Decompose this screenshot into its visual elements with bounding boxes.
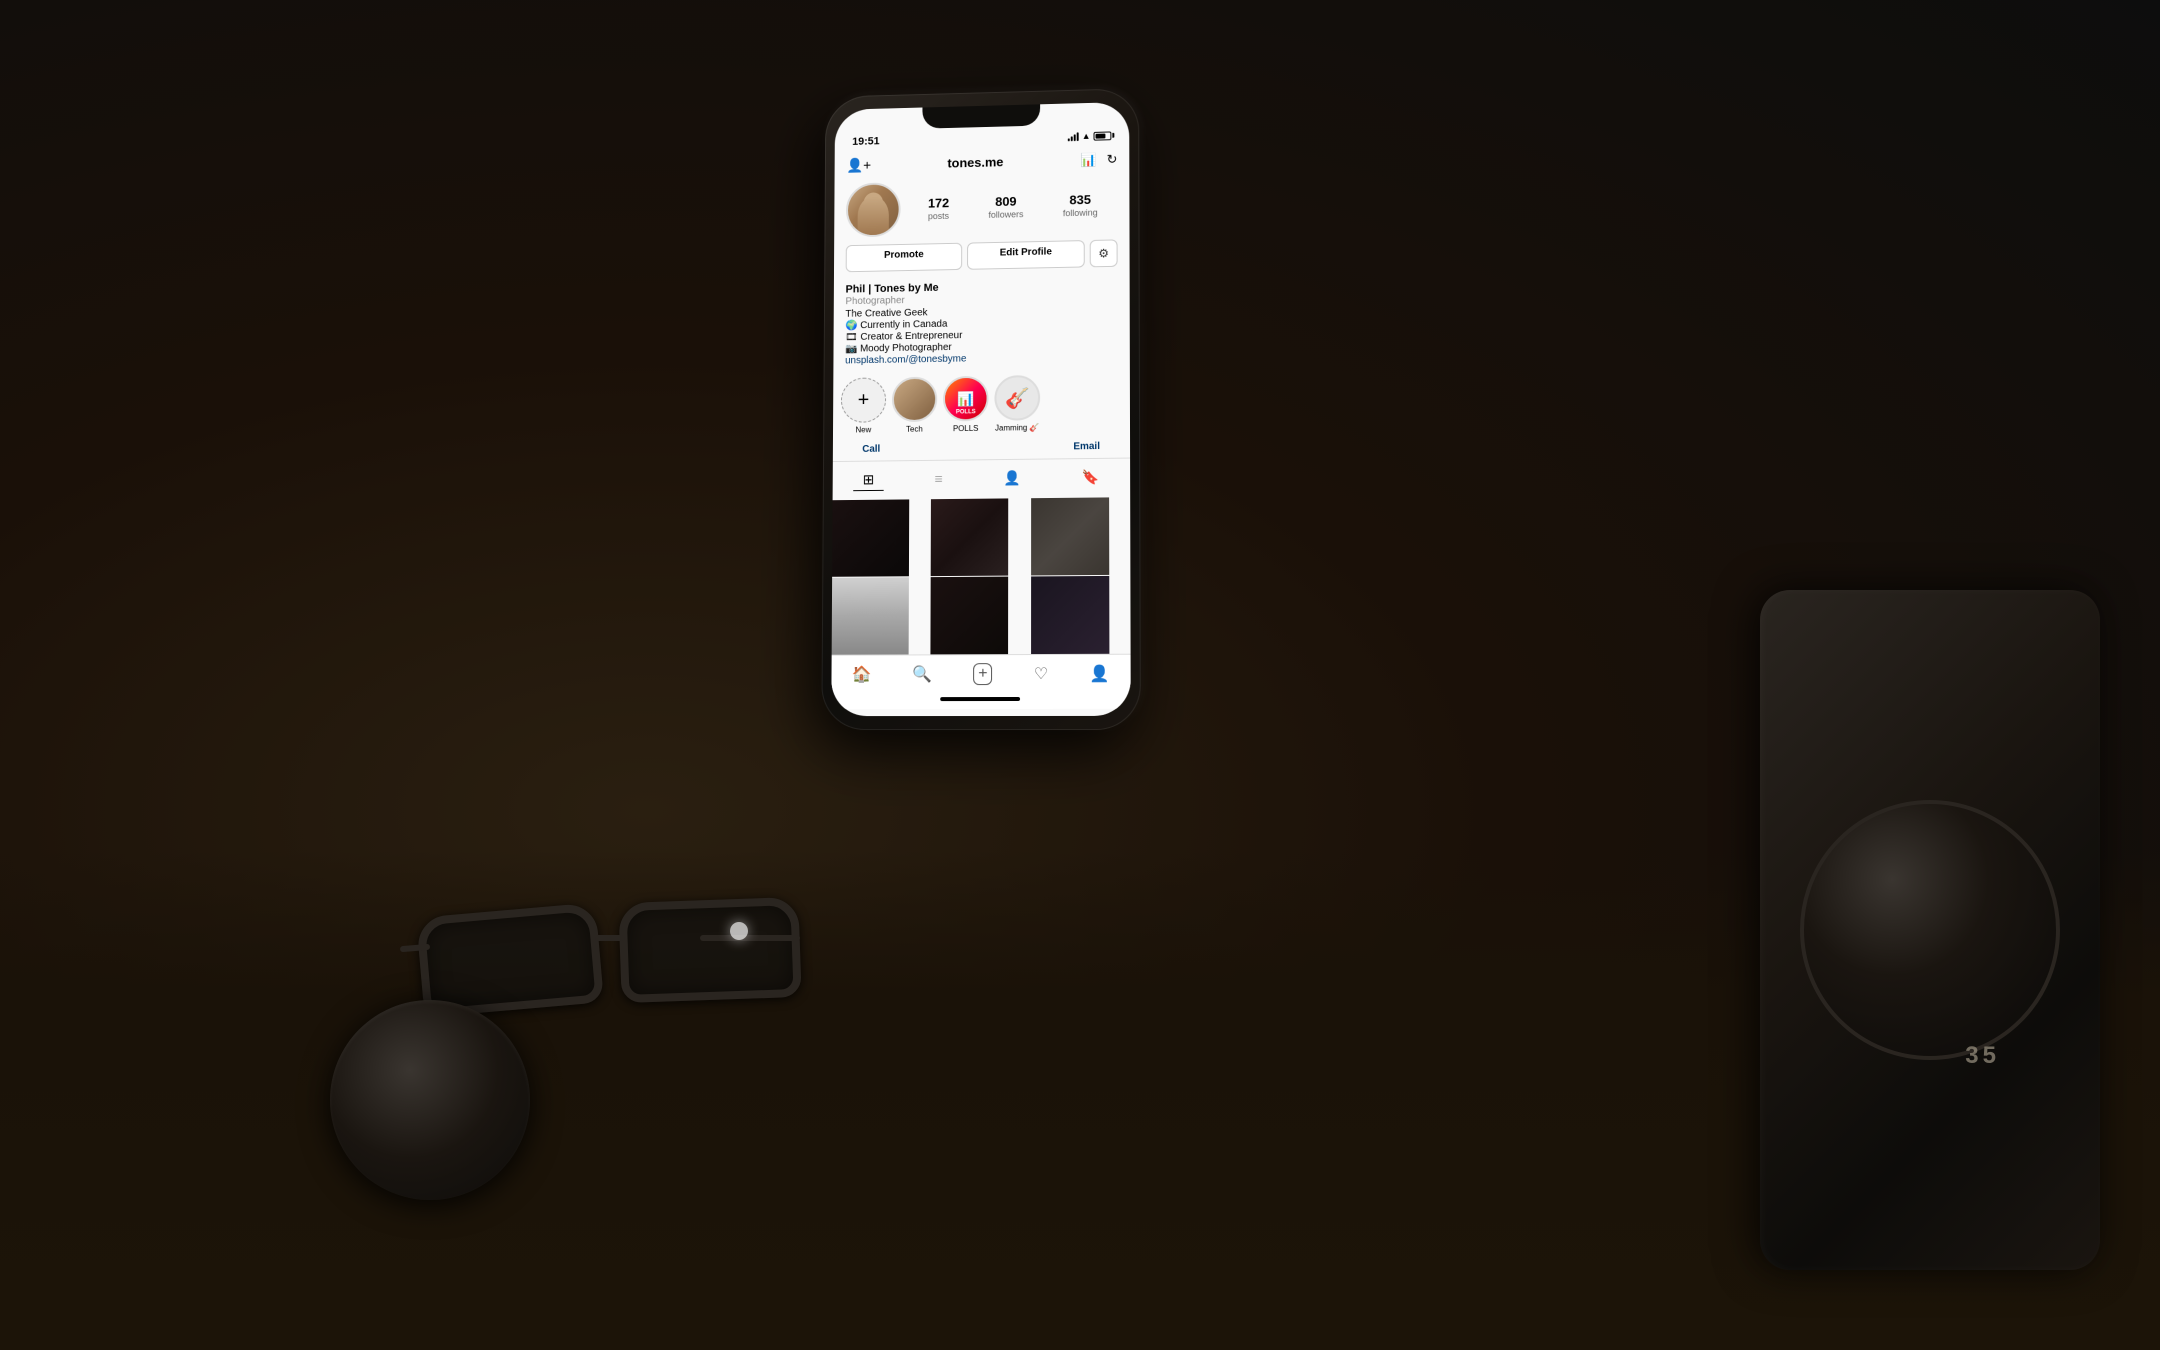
photo-cell-4[interactable] <box>832 577 909 654</box>
nav-add-icon[interactable]: + <box>973 663 992 685</box>
home-indicator <box>831 689 1130 709</box>
add-person-icon[interactable]: 👤+ <box>846 157 871 174</box>
followers-count: 809 <box>995 194 1016 210</box>
profile-buttons: Promote Edit Profile ⚙ <box>846 239 1118 272</box>
phone-container: 19:51 ▲ <box>821 88 1141 730</box>
lens-text: 35 <box>1965 1042 2000 1070</box>
status-time: 19:51 <box>852 136 879 148</box>
bio-section: Phil | Tones by Me Photographer The Crea… <box>833 278 1129 372</box>
nav-home-icon[interactable]: 🏠 <box>852 664 872 684</box>
signal-bar-2 <box>1071 136 1073 141</box>
phone-screen: 19:51 ▲ <box>831 102 1130 716</box>
posts-label: posts <box>928 211 949 221</box>
story-polls-circle[interactable]: 📊 POLLS <box>943 376 989 422</box>
bar-chart-icon[interactable]: 📊 <box>1081 152 1097 168</box>
story-tech[interactable]: Tech <box>892 377 937 434</box>
status-icons: ▲ <box>1068 130 1112 141</box>
story-polls-label: POLLS <box>953 424 979 433</box>
stat-posts[interactable]: 172 posts <box>928 196 949 221</box>
story-jamming-label: Jamming 🎸 <box>995 423 1039 432</box>
profile-section: 172 posts 809 followers 835 following <box>834 173 1130 284</box>
story-new-circle[interactable]: + <box>841 377 886 423</box>
battery-fill <box>1096 133 1106 138</box>
stats-row: 172 posts 809 followers 835 following <box>908 192 1117 222</box>
wifi-icon: ▲ <box>1082 131 1091 141</box>
stat-following[interactable]: 835 following <box>1063 192 1098 218</box>
home-bar <box>940 697 1020 701</box>
nav-bar: 🏠 🔍 + ♡ 👤 <box>831 654 1130 690</box>
edit-profile-button[interactable]: Edit Profile <box>967 240 1085 270</box>
story-jamming[interactable]: 🎸 Jamming 🎸 <box>994 375 1040 433</box>
photo-cell-1[interactable] <box>832 499 909 576</box>
grid-tabs: ⊞ ≡ 👤 🔖 <box>833 458 1131 500</box>
story-tech-label: Tech <box>906 425 923 434</box>
grid-tab-tagged[interactable]: 👤 <box>993 468 1030 490</box>
nav-profile-icon[interactable]: 👤 <box>1090 664 1110 684</box>
nav-search-icon[interactable]: 🔍 <box>912 664 932 684</box>
phone-body: 19:51 ▲ <box>821 88 1141 730</box>
stat-followers[interactable]: 809 followers <box>988 194 1023 220</box>
story-tech-circle[interactable] <box>892 377 937 423</box>
glasses-reflection <box>730 922 748 940</box>
ig-header-icons: 📊 ↻ <box>1081 151 1118 167</box>
glasses-arm-right <box>700 935 800 941</box>
signal-bar-4 <box>1077 132 1079 141</box>
nav-heart-icon[interactable]: ♡ <box>1034 664 1048 684</box>
followers-label: followers <box>988 209 1023 219</box>
grid-tab-active[interactable]: ⊞ <box>853 469 884 491</box>
camera-lens-inner <box>1800 800 2060 1060</box>
stories-section: + New Tech 📊 POLLS POLLS <box>833 368 1130 441</box>
story-polls[interactable]: 📊 POLLS POLLS <box>943 376 989 433</box>
posts-count: 172 <box>928 196 949 212</box>
grid-tab-saved[interactable]: 🔖 <box>1072 467 1110 489</box>
story-new-label: New <box>855 425 871 434</box>
settings-button[interactable]: ⚙ <box>1090 239 1118 267</box>
photo-cell-5[interactable] <box>931 577 1009 655</box>
promote-button[interactable]: Promote <box>846 243 963 273</box>
signal-bar-3 <box>1074 134 1076 141</box>
notch <box>922 104 1040 128</box>
camera-lens: 35 <box>1760 590 2100 1270</box>
profile-avatar[interactable] <box>846 182 901 237</box>
history-icon[interactable]: ↻ <box>1107 151 1118 167</box>
photo-cell-6[interactable] <box>1031 576 1109 654</box>
battery-tip <box>1112 133 1114 138</box>
signal-bar-1 <box>1068 138 1070 141</box>
battery-icon <box>1094 131 1112 140</box>
action-buttons: Call Email <box>833 437 1130 459</box>
email-button[interactable]: Email <box>1073 441 1100 452</box>
profile-top: 172 posts 809 followers 835 following <box>846 177 1118 237</box>
following-count: 835 <box>1069 192 1091 208</box>
photo-cell-2[interactable] <box>931 498 1009 576</box>
following-label: following <box>1063 207 1098 218</box>
story-new[interactable]: + New <box>841 377 886 434</box>
story-jamming-circle[interactable]: 🎸 <box>994 375 1040 421</box>
polls-text: POLLS <box>956 409 976 415</box>
glasses-right-lens <box>618 897 801 1003</box>
lens-cap <box>330 1000 530 1200</box>
signal-bars-icon <box>1068 131 1079 141</box>
grid-tab-list[interactable]: ≡ <box>925 468 953 490</box>
avatar-body <box>858 196 889 235</box>
call-button[interactable]: Call <box>862 444 880 455</box>
ig-username: tones.me <box>947 155 1003 171</box>
photo-grid <box>832 497 1131 655</box>
photo-cell-3[interactable] <box>1031 497 1109 575</box>
glasses-bridge <box>595 935 625 941</box>
